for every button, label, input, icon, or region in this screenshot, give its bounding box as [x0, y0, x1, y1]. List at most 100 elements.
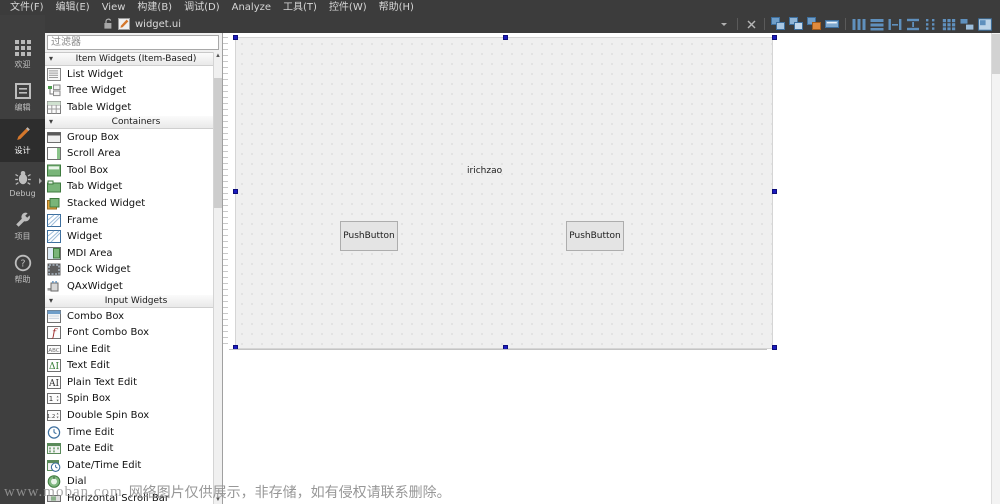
menu-build[interactable]: 构建(B): [131, 0, 178, 15]
menu-view[interactable]: View: [96, 0, 132, 15]
widget-item-horizontal-scroll-bar[interactable]: Horizontal Scroll Bar: [45, 490, 215, 504]
form-label-irichzao[interactable]: irichzao: [467, 166, 502, 176]
scroll-down-arrow-icon[interactable]: ▼: [214, 496, 222, 504]
scrollbar-thumb[interactable]: [214, 78, 222, 208]
menu-debug[interactable]: 调试(D): [178, 0, 226, 15]
menu-tools[interactable]: 工具(T): [277, 0, 323, 15]
dock-widget-icon: [47, 263, 61, 276]
signals-slots-icon[interactable]: [788, 16, 804, 32]
tab-order-icon[interactable]: [824, 16, 840, 32]
unlock-icon[interactable]: [103, 18, 114, 30]
layout-vertical-icon[interactable]: [869, 16, 885, 32]
chevron-down-icon[interactable]: [716, 16, 732, 32]
svg-text:?: ?: [20, 259, 25, 270]
widget-box-scrollbar[interactable]: ▲ ▼: [213, 52, 222, 504]
widget-item-label: Widget: [67, 231, 103, 243]
group-box-icon: [47, 131, 61, 144]
buddies-icon[interactable]: [806, 16, 822, 32]
widget-item-label: Table Widget: [67, 101, 132, 113]
layout-horizontal-icon[interactable]: [851, 16, 867, 32]
widget-item-date-edit[interactable]: Date Edit: [45, 440, 215, 457]
widget-item-label: QAxWidget: [67, 280, 123, 292]
mode-label-help: 帮助: [14, 275, 31, 284]
menu-edit[interactable]: 编辑(E): [50, 0, 96, 15]
widget-group-input-widgets[interactable]: ▾ Input Widgets: [45, 294, 215, 308]
table-widget-icon: [47, 100, 61, 114]
splitter-vertical-icon[interactable]: [905, 16, 921, 32]
menu-analyze[interactable]: Analyze: [226, 0, 277, 15]
widget-item-spin-box[interactable]: 1 Spin Box: [45, 391, 215, 408]
mode-item-projects[interactable]: 项目: [0, 205, 45, 248]
form-canvas[interactable]: irichzao PushButton PushButton: [235, 37, 773, 349]
form-layout-icon[interactable]: [923, 16, 939, 32]
widget-item-dial[interactable]: Dial: [45, 474, 215, 491]
splitter-horizontal-icon[interactable]: [887, 16, 903, 32]
selection-handle-bottom-right[interactable]: [772, 345, 777, 350]
menu-help[interactable]: 帮助(H): [373, 0, 420, 15]
selection-handle-top-left[interactable]: [233, 35, 238, 40]
widget-filter-input[interactable]: 过滤器: [47, 35, 219, 50]
widget-list[interactable]: ▾ Item Widgets (Item-Based) List Widget …: [45, 52, 215, 504]
adjust-size-icon[interactable]: [977, 16, 993, 32]
widget-item-date-time-edit[interactable]: Date/Time Edit: [45, 457, 215, 474]
scroll-up-arrow-icon[interactable]: ▲: [214, 52, 222, 60]
widget-item-label: Font Combo Box: [67, 327, 150, 339]
mode-item-edit[interactable]: 编辑: [0, 76, 45, 119]
widget-item-combo-box[interactable]: Combo Box: [45, 308, 215, 325]
qax-widget-icon: [47, 280, 61, 293]
widget-item-stacked-widget[interactable]: Stacked Widget: [45, 195, 215, 212]
widget-item-label: Plain Text Edit: [67, 376, 137, 388]
selection-handle-top-center[interactable]: [503, 35, 508, 40]
dial-icon: [47, 475, 61, 489]
widget-item-line-edit[interactable]: ABC Line Edit: [45, 341, 215, 358]
widget-item-time-edit[interactable]: Time Edit: [45, 424, 215, 441]
time-edit-icon: [47, 425, 61, 439]
widget-group-containers[interactable]: ▾ Containers: [45, 115, 215, 129]
scrollbar-thumb[interactable]: [992, 34, 1000, 74]
widget-item-dock-widget[interactable]: Dock Widget: [45, 262, 215, 279]
widget-item-label: Spin Box: [67, 393, 111, 405]
selection-handle-top-right[interactable]: [772, 35, 777, 40]
tool-box-icon: [47, 164, 61, 177]
widget-item-table-widget[interactable]: Table Widget: [45, 99, 215, 116]
mode-item-design[interactable]: 设计: [0, 119, 45, 162]
widget-group-item-widgets[interactable]: ▾ Item Widgets (Item-Based): [45, 53, 215, 66]
widget-item-qaxwidget[interactable]: QAxWidget: [45, 278, 215, 295]
widget-item-list-widget[interactable]: List Widget: [45, 66, 215, 83]
form-design-area[interactable]: irichzao PushButton PushButton: [223, 33, 1000, 504]
vertical-guide: [223, 37, 228, 349]
widget-item-tool-box[interactable]: Tool Box: [45, 162, 215, 179]
widget-item-plain-text-edit[interactable]: AI Plain Text Edit: [45, 374, 215, 391]
widget-item-font-combo-box[interactable]: f Font Combo Box: [45, 324, 215, 341]
form-pushbutton-left[interactable]: PushButton: [340, 221, 398, 251]
form-pushbutton-right[interactable]: PushButton: [566, 221, 624, 251]
mode-item-debug[interactable]: Debug: [0, 162, 45, 205]
plain-text-edit-icon: AI: [47, 375, 61, 389]
mode-item-welcome[interactable]: 欢迎: [0, 33, 45, 76]
widget-item-text-edit[interactable]: ΔI Text Edit: [45, 358, 215, 375]
selection-handle-middle-left[interactable]: [233, 189, 238, 194]
close-icon[interactable]: [743, 16, 759, 32]
widget-item-widget[interactable]: Widget: [45, 228, 215, 245]
scroll-area-icon: [47, 147, 61, 161]
widget-item-double-spin-box[interactable]: 1.2 Double Spin Box: [45, 407, 215, 424]
mode-label-design: 设计: [14, 146, 31, 155]
design-area-scrollbar[interactable]: [991, 33, 1000, 504]
mode-item-help[interactable]: ? 帮助: [0, 248, 45, 291]
widget-item-mdi-area[interactable]: MDI Area: [45, 245, 215, 262]
widget-item-tree-widget[interactable]: Tree Widget: [45, 83, 215, 100]
edit-widgets-icon[interactable]: [770, 16, 786, 32]
svg-text:ABC: ABC: [48, 348, 59, 354]
menu-file[interactable]: 文件(F): [4, 0, 50, 15]
open-file-name[interactable]: widget.ui: [135, 19, 181, 30]
grid-layout-icon[interactable]: [941, 16, 957, 32]
widget-item-group-box[interactable]: Group Box: [45, 129, 215, 146]
widget-item-tab-widget[interactable]: Tab Widget: [45, 179, 215, 196]
widget-item-frame[interactable]: Frame: [45, 212, 215, 229]
widget-item-scroll-area[interactable]: Scroll Area: [45, 145, 215, 162]
mode-label-projects: 项目: [14, 232, 31, 241]
break-layout-icon[interactable]: [959, 16, 975, 32]
menu-widgets[interactable]: 控件(W): [323, 0, 373, 15]
widget-item-label: Dial: [67, 476, 87, 488]
selection-handle-middle-right[interactable]: [772, 189, 777, 194]
